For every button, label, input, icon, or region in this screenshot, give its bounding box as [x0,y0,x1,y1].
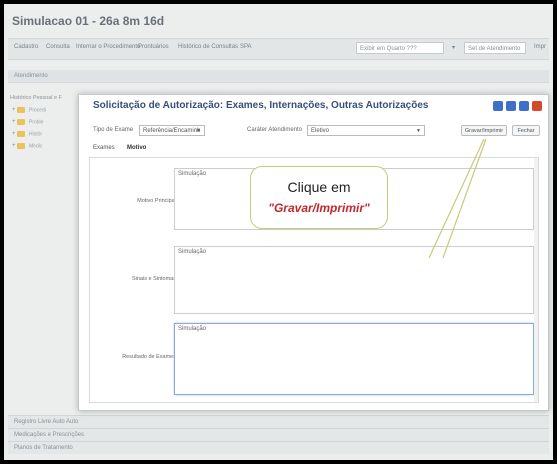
fechar-button[interactable]: Fechar [512,125,540,136]
window-buttons [490,98,542,116]
left-panel-header: Histórico Pessoal e F [10,95,62,101]
section-registro-livre[interactable]: Registro Livre Auto Auto [8,415,549,428]
left-item-procedimentos[interactable]: + Procedi [12,107,46,113]
folder-icon [17,107,25,113]
close-icon[interactable] [532,101,542,111]
folder-icon [17,143,25,149]
section-medicacoes[interactable]: Medicações e Prescrições [8,428,549,441]
caracter-atendimento-select[interactable]: Eletivo ▼ [307,125,425,136]
section-planos-tratamento[interactable]: Planos de Tratamento [8,441,549,454]
toolbar: Cadastro Consulta Internar o Procediment… [8,38,549,60]
chevron-down-icon: ▼ [416,128,421,134]
chevron-down-icon: ▼ [196,128,201,134]
set-atendimento-select[interactable]: Set de Atendimento [464,42,526,54]
left-item-historico[interactable]: + Histór [12,131,42,137]
instruction-callout: Clique em "Gravar/Imprimir" [250,166,388,229]
app-window: Simulacao 01 - 26a 8m 16d Cadastro Consu… [4,4,553,460]
callout-line-2: "Gravar/Imprimir" [268,201,370,215]
tipo-exame-label: Tipo de Exame [93,127,134,133]
toolbar-item-spa[interactable]: SPA [240,44,252,50]
tab-motivo[interactable]: Motivo [127,145,146,151]
tipo-exame-select[interactable]: Referência/Encaminh ▼ [139,125,205,136]
resultado-exames-textarea[interactable]: Simulação [174,323,534,395]
print-icon[interactable] [493,101,503,111]
tab-exames[interactable]: Exames [93,145,115,151]
toolbar-item-internar[interactable]: Internar o Procedimento [76,44,140,50]
maximize-icon[interactable] [519,101,529,111]
toolbar-item-cadastro[interactable]: Cadastro [14,44,38,50]
dialog-title: Solicitação de Autorização: Exames, Inte… [93,100,429,111]
folder-icon [17,119,25,125]
resultado-exames-label: Resultado de Exames [122,354,176,360]
folder-icon [17,131,25,137]
toolbar-item-historico[interactable]: Histórico de Consultas [178,44,238,50]
scrollbar[interactable] [534,158,538,402]
left-item-problemas[interactable]: + Proble [12,119,43,125]
minimize-icon[interactable] [506,101,516,111]
toolbar-item-impr[interactable]: Impr [534,44,546,50]
chevron-down-icon[interactable]: ▾ [452,44,455,51]
toolbar-item-consulta[interactable]: Consulta [46,44,70,50]
left-panel: Histórico Pessoal e F + Procedi + Proble +… [8,95,80,395]
authorization-dialog: Solicitação de Autorização: Exames, Inte… [78,94,549,411]
gravar-imprimir-button[interactable]: Gravar/Imprimir [461,125,507,136]
section-atendimento[interactable]: Atendimento [8,70,549,83]
toolbar-item-prontuarios[interactable]: Prontuários [138,44,169,50]
left-item-medicacoes[interactable]: + Medic [12,143,42,149]
sinais-sintomas-textarea[interactable]: Simulação [174,246,534,314]
motivo-principal-label: Motivo Principal [137,198,176,204]
quarto-select[interactable]: Exibir em Quarto ??? [356,42,444,54]
caracter-atendimento-label: Caráter Atendimento [247,127,303,133]
app-title: Simulacao 01 - 26a 8m 16d [12,14,165,28]
sinais-sintomas-label: Sinais e Sintomas [131,276,176,282]
callout-line-1: Clique em [287,179,351,195]
